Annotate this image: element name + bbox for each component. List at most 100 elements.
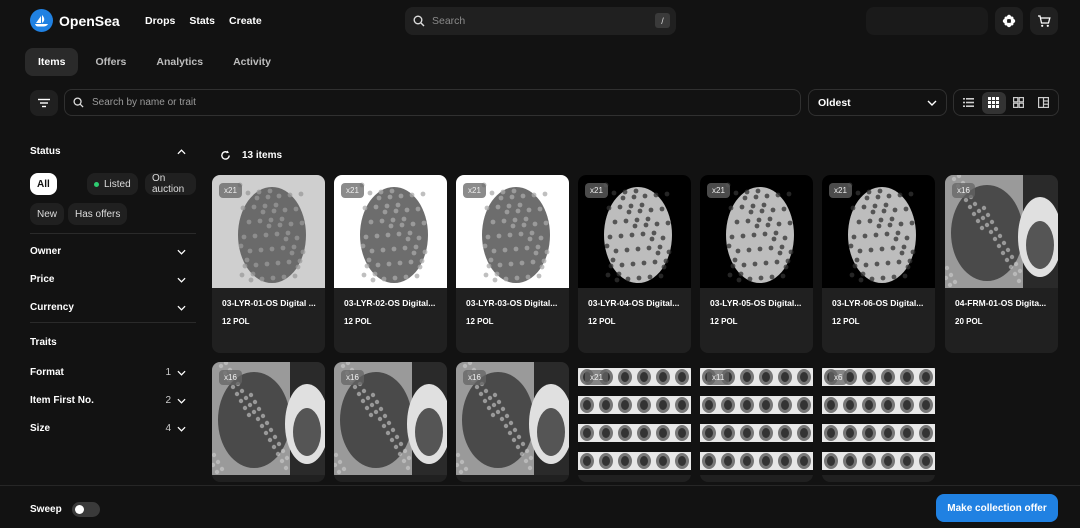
item-card[interactable]: x21 (578, 362, 691, 482)
status-chip-listed[interactable]: Listed (87, 173, 138, 195)
item-price: 12 POL (832, 317, 860, 326)
item-card[interactable]: x11 (700, 362, 813, 482)
item-card[interactable]: x16 (456, 362, 569, 482)
items-count: 13 items (242, 150, 283, 161)
tab-offers[interactable]: Offers (82, 48, 139, 76)
owner-filter[interactable]: Owner (30, 246, 186, 257)
item-card[interactable]: x21 03-LYR-03-OS Digital... 12 POL (456, 175, 569, 353)
opensea-boat-icon (30, 9, 53, 32)
large-grid-view-button[interactable] (1007, 92, 1031, 114)
chevron-down-icon (177, 370, 186, 376)
price-label: Price (30, 274, 55, 285)
chevron-down-icon (177, 426, 186, 432)
brand-name: OpenSea (59, 12, 120, 29)
nav-stats[interactable]: Stats (189, 15, 215, 27)
edition-badge: x21 (585, 183, 608, 198)
account-button[interactable] (866, 7, 988, 35)
item-search-placeholder: Search by name or trait (92, 97, 196, 108)
list-icon (963, 98, 974, 107)
edition-badge: x11 (707, 370, 730, 385)
status-chip-on-auction[interactable]: On auction (145, 173, 196, 195)
grid-view-button[interactable] (981, 91, 1006, 114)
currency-filter[interactable]: Currency (30, 302, 186, 313)
divider (30, 233, 196, 234)
results-summary: 13 items (220, 150, 282, 161)
item-card[interactable]: x21 03-LYR-05-OS Digital... 12 POL (700, 175, 813, 353)
item-name: 03-LYR-06-OS Digital... (832, 298, 924, 308)
nav-create[interactable]: Create (229, 15, 262, 27)
list-view-button[interactable] (957, 92, 981, 114)
item-name: 03-LYR-05-OS Digital... (710, 298, 802, 308)
tab-activity[interactable]: Activity (220, 48, 284, 76)
detail-view-button[interactable] (1032, 92, 1056, 114)
chevron-down-icon (177, 249, 186, 255)
bottom-action-bar: Sweep Make collection offer (0, 485, 1080, 528)
trait-size-count: 4 (165, 423, 171, 434)
cart-icon (1038, 15, 1051, 27)
item-price: 12 POL (588, 317, 616, 326)
sort-dropdown[interactable]: Oldest (808, 89, 947, 116)
global-search-placeholder: Search (432, 15, 466, 27)
top-nav: OpenSea Drops Stats Create Search / (0, 0, 1080, 42)
sweep-label: Sweep (30, 504, 62, 515)
chevron-down-icon (177, 398, 186, 404)
search-icon (73, 97, 84, 108)
item-card[interactable]: x16 04-FRM-01-OS Digita... 20 POL (945, 175, 1058, 353)
status-chip-listed-label: Listed (104, 178, 131, 190)
status-section-header[interactable]: Status (30, 146, 186, 157)
item-search-input[interactable]: Search by name or trait (64, 89, 801, 116)
tab-analytics[interactable]: Analytics (143, 48, 216, 76)
split-view-icon (1038, 97, 1049, 108)
status-chip-new[interactable]: New (30, 203, 65, 225)
edition-badge: x16 (952, 183, 975, 198)
traits-label: Traits (30, 337, 57, 348)
trait-size[interactable]: Size 4 (30, 423, 186, 434)
currency-label: Currency (30, 302, 74, 313)
trait-size-label: Size (30, 423, 51, 434)
item-card[interactable]: x21 03-LYR-01-OS Digital ... 12 POL (212, 175, 325, 353)
wallet-button[interactable] (995, 7, 1023, 35)
sweep-control: Sweep (30, 502, 100, 517)
status-chip-has-offers[interactable]: Has offers (68, 203, 128, 225)
item-name: 03-LYR-02-OS Digital... (344, 298, 436, 308)
edition-badge: x21 (219, 183, 242, 198)
item-card[interactable]: x21 03-LYR-04-OS Digital... 12 POL (578, 175, 691, 353)
item-price: 12 POL (466, 317, 494, 326)
edition-badge: x21 (829, 183, 852, 198)
sort-value: Oldest (818, 96, 851, 109)
price-filter[interactable]: Price (30, 274, 186, 285)
trait-item-first-no-count: 2 (165, 395, 171, 406)
global-search-input[interactable]: Search / (405, 7, 676, 35)
collection-tabs: Items Offers Analytics Activity (25, 48, 284, 76)
filter-toggle-button[interactable] (30, 90, 58, 116)
edition-badge: x21 (463, 183, 486, 198)
search-shortcut-key: / (655, 13, 670, 28)
nav-drops[interactable]: Drops (145, 15, 175, 27)
item-card[interactable]: x21 03-LYR-06-OS Digital... 12 POL (822, 175, 935, 353)
opensea-logo[interactable]: OpenSea (30, 9, 120, 32)
view-mode-toggle (953, 89, 1059, 116)
tab-items[interactable]: Items (25, 48, 79, 76)
trait-item-first-no[interactable]: Item First No. 2 (30, 395, 186, 406)
item-price: 12 POL (710, 317, 738, 326)
item-name: 03-LYR-04-OS Digital... (588, 298, 680, 308)
item-card[interactable]: x16 (212, 362, 325, 482)
item-name: 04-FRM-01-OS Digita... (955, 298, 1047, 308)
item-card[interactable]: x16 (334, 362, 447, 482)
trait-format-count: 1 (165, 367, 171, 378)
edition-badge: x16 (219, 370, 242, 385)
filter-icon (38, 98, 50, 108)
item-card[interactable]: x6 (822, 362, 935, 482)
status-chip-all[interactable]: All (30, 173, 57, 195)
edition-badge: x16 (341, 370, 364, 385)
make-collection-offer-button[interactable]: Make collection offer (936, 494, 1058, 522)
refresh-icon[interactable] (220, 150, 231, 161)
item-card[interactable]: x21 03-LYR-02-OS Digital... 12 POL (334, 175, 447, 353)
trait-format-label: Format (30, 367, 64, 378)
cart-button[interactable] (1030, 7, 1058, 35)
trait-format[interactable]: Format 1 (30, 367, 186, 378)
sweep-toggle[interactable] (71, 502, 100, 517)
divider (30, 322, 196, 323)
grid-icon (988, 97, 999, 108)
edition-badge: x21 (341, 183, 364, 198)
